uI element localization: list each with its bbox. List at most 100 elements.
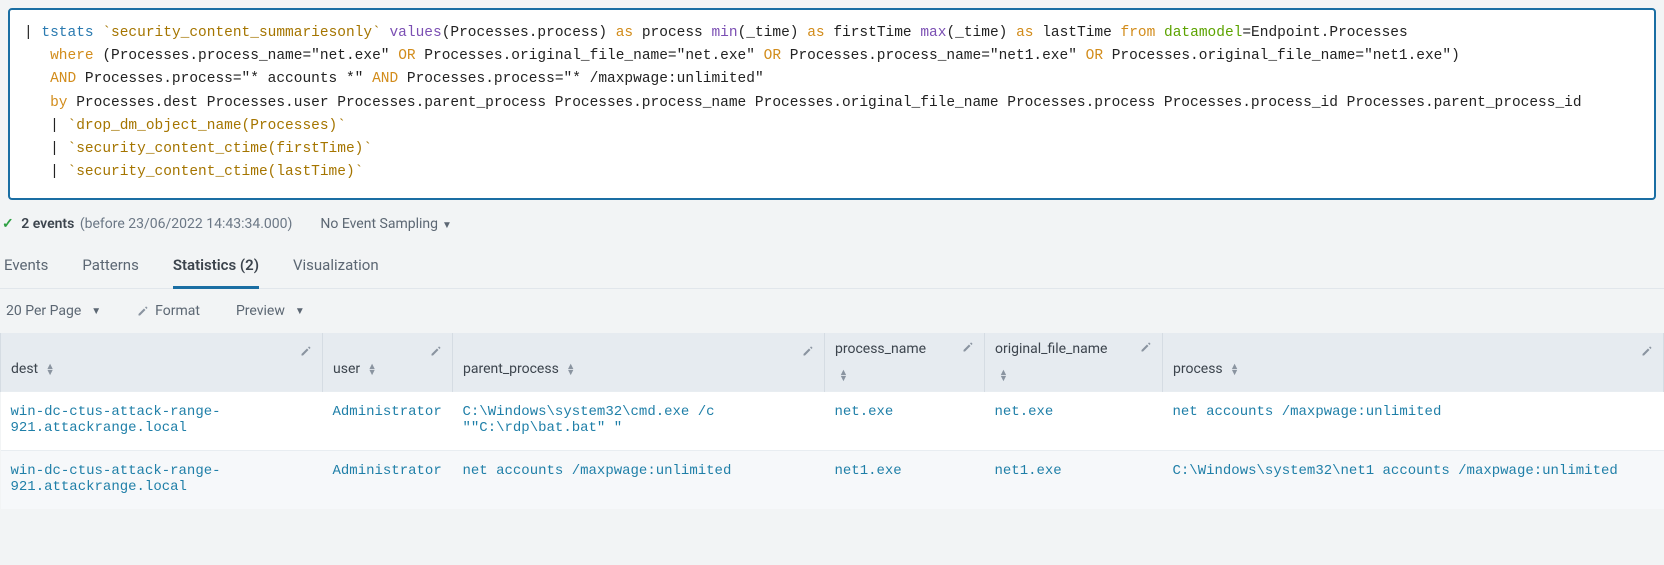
datamodel-kw: datamodel [1164,25,1242,41]
pencil-icon[interactable] [802,345,814,361]
cell-parent-process[interactable]: C:\Windows\system32\cmd.exe /c ""C:\rdp\… [453,392,825,451]
macro-ctime-last: `security_content_ctime(lastTime)` [68,164,364,180]
check-icon: ✓ [2,216,14,232]
chevron-down-icon: ▼ [295,306,305,317]
cell-process[interactable]: C:\Windows\system32\net1 accounts /maxpw… [1163,451,1664,510]
sort-icon: ▲▼ [1230,364,1239,376]
cell-parent-process[interactable]: net accounts /maxpwage:unlimited [453,451,825,510]
per-page-dropdown[interactable]: 20 Per Page ▼ [6,303,101,319]
values-arg: (Processes.process) [442,25,607,41]
preview-label: Preview [236,303,285,319]
cond-1d: Processes.original_file_name="net1.exe") [1112,48,1460,64]
event-sampling-dropdown[interactable]: No Event Sampling ▼ [320,216,452,232]
chevron-down-icon: ▼ [442,220,452,231]
cond-3: Processes.process="* /maxpwage:unlimited… [407,71,764,87]
event-time-range: (before 23/06/2022 14:43:34.000) [80,216,293,232]
sort-icon: ▲▼ [839,370,848,382]
result-tabs: Events Patterns Statistics (2) Visualiza… [0,240,1664,289]
sort-icon: ▲▼ [46,364,55,376]
preview-dropdown[interactable]: Preview ▼ [236,303,305,319]
sort-icon: ▲▼ [368,364,377,376]
pencil-icon[interactable] [430,345,442,361]
table-row: win-dc-ctus-attack-range-921.attackrange… [1,392,1664,451]
cell-process[interactable]: net accounts /maxpwage:unlimited [1163,392,1664,451]
pencil-icon [137,305,149,317]
pipe-token: | [24,25,33,41]
pencil-icon[interactable] [1641,345,1653,361]
values-func: values [389,25,441,41]
event-count: 2 events [21,216,74,232]
sort-icon: ▲▼ [566,364,575,376]
col-header-original-file-name[interactable]: original_file_name ▲▼ [985,333,1163,392]
cond-1c: Processes.process_name="net1.exe" [790,48,1077,64]
event-sampling-label: No Event Sampling [320,216,438,232]
per-page-label: 20 Per Page [6,303,81,319]
cell-dest[interactable]: win-dc-ctus-attack-range-921.attackrange… [1,451,323,510]
and-1: AND [50,71,76,87]
alias-last: lastTime [1042,25,1112,41]
pipe-4: | [50,164,59,180]
macro-summariesonly: `security_content_summariesonly` [102,25,380,41]
col-header-dest[interactable]: dest ▲▼ [1,333,323,392]
col-process-label: process [1173,361,1223,377]
cell-dest[interactable]: win-dc-ctus-attack-range-921.attackrange… [1,392,323,451]
chevron-down-icon: ▼ [91,306,101,317]
col-user-label: user [333,361,360,377]
tab-patterns[interactable]: Patterns [82,248,138,288]
col-header-parent-process[interactable]: parent_process ▲▼ [453,333,825,392]
cond-1a: (Processes.process_name="net.exe" [102,48,389,64]
by-kw: by [50,95,67,111]
pipe-2: | [50,118,59,134]
as-kw-1: as [616,25,633,41]
info-bar: ✓ 2 events (before 23/06/2022 14:43:34.0… [0,208,1664,240]
cell-original-file-name[interactable]: net1.exe [985,451,1163,510]
col-header-process[interactable]: process ▲▼ [1163,333,1664,392]
tab-events[interactable]: Events [4,248,48,288]
tstats-cmd: tstats [41,25,93,41]
format-label: Format [155,303,200,319]
tab-visualization[interactable]: Visualization [293,248,379,288]
as-kw-2: as [807,25,824,41]
and-2: AND [372,71,398,87]
pencil-icon[interactable] [962,341,974,357]
cond-2: Processes.process="* accounts *" [85,71,363,87]
pencil-icon[interactable] [1140,341,1152,357]
cond-1b: Processes.original_file_name="net.exe" [424,48,755,64]
datamodel-val: =Endpoint.Processes [1242,25,1407,41]
results-table: dest ▲▼ user ▲▼ parent_process ▲▼ proces… [0,333,1664,509]
event-count-wrap[interactable]: ✓ 2 events (before 23/06/2022 14:43:34.0… [2,216,292,232]
cell-user[interactable]: Administrator [323,392,453,451]
by-fields: Processes.dest Processes.user Processes.… [76,95,1581,111]
where-kw: where [50,48,94,64]
cell-process-name[interactable]: net1.exe [825,451,985,510]
col-header-process-name[interactable]: process_name ▲▼ [825,333,985,392]
min-func: min [711,25,737,41]
max-func: max [920,25,946,41]
col-header-user[interactable]: user ▲▼ [323,333,453,392]
results-toolbar: 20 Per Page ▼ Format Preview ▼ [0,289,1664,333]
or-2: OR [764,48,781,64]
macro-drop: `drop_dm_object_name(Processes)` [68,118,346,134]
cell-process-name[interactable]: net.exe [825,392,985,451]
search-query-box[interactable]: | tstats `security_content_summariesonly… [8,8,1656,200]
pencil-icon[interactable] [300,345,312,361]
alias-process: process [642,25,703,41]
format-button[interactable]: Format [137,303,200,319]
as-kw-3: as [1016,25,1033,41]
tab-statistics[interactable]: Statistics (2) [173,248,259,289]
col-process-name-label: process_name [835,341,926,357]
col-dest-label: dest [11,361,38,377]
cell-user[interactable]: Administrator [323,451,453,510]
table-row: win-dc-ctus-attack-range-921.attackrange… [1,451,1664,510]
col-parent-label: parent_process [463,361,559,377]
or-3: OR [1086,48,1103,64]
min-arg: (_time) [738,25,799,41]
pipe-3: | [50,141,59,157]
alias-first: firstTime [833,25,911,41]
col-orig-name-label: original_file_name [995,341,1107,357]
sort-icon: ▲▼ [999,370,1008,382]
max-arg: (_time) [946,25,1007,41]
or-1: OR [398,48,415,64]
cell-original-file-name[interactable]: net.exe [985,392,1163,451]
macro-ctime-first: `security_content_ctime(firstTime)` [68,141,373,157]
